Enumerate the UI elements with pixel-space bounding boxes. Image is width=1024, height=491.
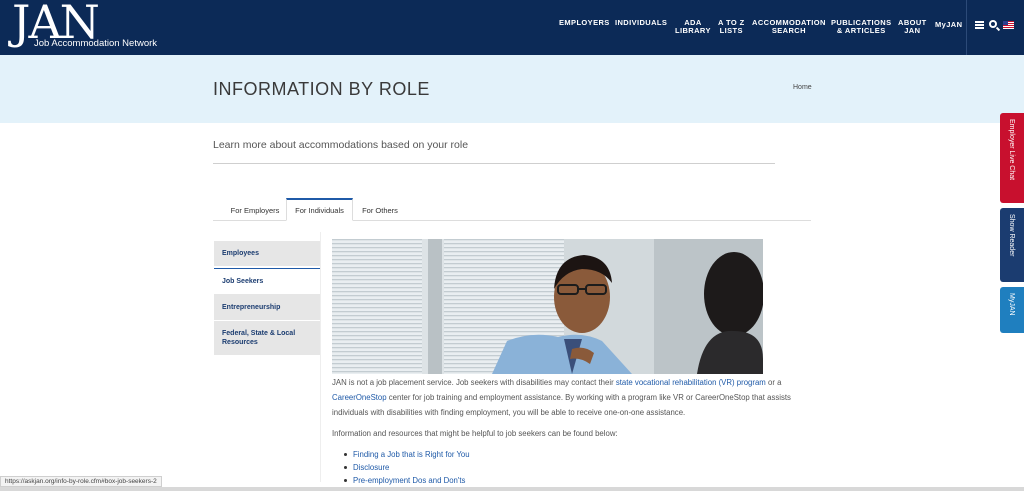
show-reader-tab[interactable]: Show Reader xyxy=(1000,208,1024,282)
list-item: Finding a Job that is Right for You xyxy=(344,448,470,461)
pre-employment-link[interactable]: Pre-employment Dos and Don'ts xyxy=(353,476,465,485)
tab-for-employers[interactable]: For Employers xyxy=(221,198,289,221)
page-title: INFORMATION BY ROLE xyxy=(213,79,430,99)
nav-individuals[interactable]: INDIVIDUALS xyxy=(615,19,667,27)
interview-photo-illustration xyxy=(332,239,763,374)
nav-accommodation-search[interactable]: ACCOMMODATION SEARCH xyxy=(752,19,826,35)
finding-a-job-link[interactable]: Finding a Job that is Right for You xyxy=(353,450,470,459)
side-menu-federal-state-local[interactable]: Federal, State & Local Resources xyxy=(214,321,321,356)
nav-myjan[interactable]: MyJAN xyxy=(935,21,962,29)
nav-publications-line2: & ARTICLES xyxy=(836,26,886,35)
breadcrumb-home[interactable]: Home xyxy=(793,84,812,91)
myjan-side-label: MyJAN xyxy=(1008,293,1015,316)
us-flag-icon[interactable] xyxy=(1003,21,1014,29)
list-item: Disclosure xyxy=(344,461,470,474)
tab-for-others[interactable]: For Others xyxy=(353,198,407,221)
nav-ada-library-line2: LIBRARY xyxy=(675,26,711,35)
employer-live-chat-tab[interactable]: Employer Live Chat xyxy=(1000,113,1024,203)
nav-publications[interactable]: PUBLICATIONS & ARTICLES xyxy=(831,19,892,35)
page-subtitle: Learn more about accommodations based on… xyxy=(213,139,469,151)
careeronestop-link[interactable]: CareerOneStop xyxy=(332,393,387,402)
content-divider xyxy=(320,232,321,482)
side-menu-entrepreneurship[interactable]: Entrepreneurship xyxy=(214,294,321,321)
job-interview-photo xyxy=(332,239,763,374)
disclosure-link[interactable]: Disclosure xyxy=(353,463,389,472)
top-navigation-bar: JAN Job Accommodation Network EMPLOYERS … xyxy=(0,0,1024,55)
intro-text-3: center for job training and employment a… xyxy=(332,393,791,417)
side-menu-employees[interactable]: Employees xyxy=(214,241,321,267)
nav-employers[interactable]: EMPLOYERS xyxy=(559,19,610,27)
role-tabs: For Employers For Individuals For Others xyxy=(213,198,811,221)
horizontal-scrollbar[interactable] xyxy=(0,487,1024,491)
resources-intro: Information and resources that might be … xyxy=(332,429,618,438)
side-menu-job-seekers[interactable]: Job Seekers xyxy=(214,268,321,294)
intro-paragraph: JAN is not a job placement service. Job … xyxy=(332,375,812,420)
nav-ada-library[interactable]: ADA LIBRARY xyxy=(675,19,711,35)
nav-about-line2: JAN xyxy=(904,26,921,35)
list-item: Pre-employment Dos and Don'ts xyxy=(344,474,470,487)
logo-tagline: Job Accommodation Network xyxy=(34,38,158,49)
logo-wordmark: JAN xyxy=(12,0,100,49)
intro-text-1: JAN is not a job placement service. Job … xyxy=(332,378,616,387)
jan-logo[interactable]: JAN Job Accommodation Network xyxy=(12,0,157,49)
tab-for-individuals[interactable]: For Individuals xyxy=(286,198,353,221)
nav-divider xyxy=(966,0,967,55)
search-icon[interactable] xyxy=(989,20,997,28)
resource-links-list: Finding a Job that is Right for You Disc… xyxy=(344,448,470,487)
vr-program-link[interactable]: state vocational rehabilitation (VR) pro… xyxy=(616,378,766,387)
show-reader-label: Show Reader xyxy=(1008,214,1015,257)
nav-a-to-z-lists[interactable]: A TO Z LISTS xyxy=(718,19,745,35)
nav-about-jan[interactable]: ABOUT JAN xyxy=(898,19,927,35)
subtitle-divider xyxy=(213,163,775,164)
page-title-band xyxy=(0,55,1024,123)
hamburger-menu-icon[interactable] xyxy=(975,21,984,29)
nav-a-to-z-line2: LISTS xyxy=(719,26,743,35)
employer-live-chat-label: Employer Live Chat xyxy=(1008,119,1015,181)
myjan-side-tab[interactable]: MyJAN xyxy=(1000,287,1024,333)
browser-status-bar: https://askjan.org/info-by-role.cfm#box-… xyxy=(0,476,162,487)
intro-text-2: or a xyxy=(765,378,782,387)
nav-accommodation-line2: SEARCH xyxy=(771,26,806,35)
